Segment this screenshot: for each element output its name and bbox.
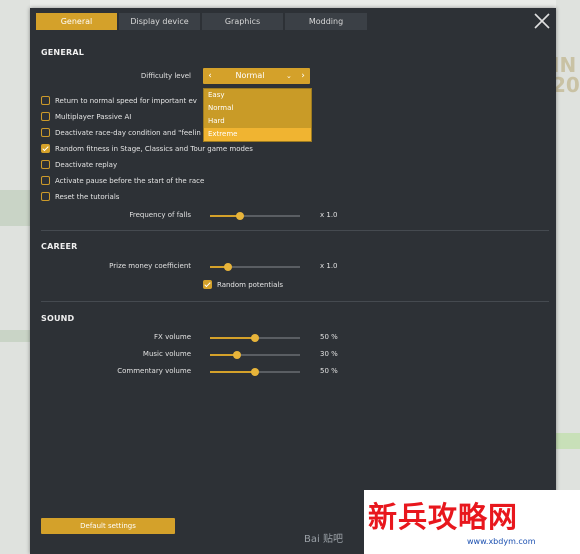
slider-handle[interactable] <box>224 263 232 271</box>
falls-slider[interactable] <box>210 212 300 220</box>
checkbox-box[interactable] <box>41 112 50 121</box>
checkbox-box[interactable] <box>41 128 50 137</box>
background-logo: IN 20 <box>552 55 580 97</box>
checkbox-deactivate-replay[interactable]: Deactivate replay <box>41 159 117 170</box>
checkbox-label: Return to normal speed for important ev <box>55 96 197 105</box>
checkbox-label: Activate pause before the start of the r… <box>55 176 205 185</box>
commentary-volume-slider[interactable] <box>210 368 300 376</box>
close-button[interactable] <box>533 12 551 30</box>
divider <box>41 230 549 231</box>
tab-bar: General Display device Graphics Modding <box>36 13 369 31</box>
falls-value: x 1.0 <box>320 211 338 219</box>
section-title-general: GENERAL <box>41 48 85 57</box>
site-name: 新兵攻略网 <box>368 500 519 534</box>
difficulty-option-extreme[interactable]: Extreme <box>204 128 311 141</box>
checkbox-box[interactable] <box>41 160 50 169</box>
chevron-right-icon[interactable]: › <box>297 68 309 84</box>
tab-modding[interactable]: Modding <box>285 13 367 30</box>
difficulty-option-easy[interactable]: Easy <box>204 89 311 102</box>
background-green-bar <box>555 433 580 449</box>
checkbox-label: Reset the tutorials <box>55 192 120 201</box>
checkbox-random-potentials[interactable]: Random potentials <box>203 279 283 290</box>
tab-display-device[interactable]: Display device <box>119 13 200 30</box>
checkbox-label: Random potentials <box>217 280 283 289</box>
default-settings-button[interactable]: Default settings <box>41 518 175 534</box>
checkbox-label: Multiplayer Passive AI <box>55 112 132 121</box>
fx-volume-value: 50 % <box>320 333 338 341</box>
options-dialog: General Display device Graphics Modding … <box>30 8 556 554</box>
difficulty-option-hard[interactable]: Hard <box>204 115 311 128</box>
slider-handle[interactable] <box>235 212 244 220</box>
checkbox-box[interactable] <box>203 280 212 289</box>
slider-handle[interactable] <box>233 351 241 359</box>
fx-volume-slider[interactable] <box>210 334 300 342</box>
site-watermark: 新兵攻略网 www.xbdym.com <box>364 490 580 554</box>
baidu-watermark: Bai 贴吧 <box>304 534 343 545</box>
prize-value: x 1.0 <box>320 262 338 270</box>
background-strip <box>0 190 30 226</box>
checkbox-random-fitness[interactable]: Random fitness in Stage, Classics and To… <box>41 143 253 154</box>
checkbox-reset-tutorials[interactable]: Reset the tutorials <box>41 191 119 202</box>
difficulty-label: Difficulty level <box>140 72 191 80</box>
divider <box>41 301 549 302</box>
falls-label: Frequency of falls <box>129 211 191 219</box>
checkbox-label: Deactivate race-day condition and "feeli… <box>55 128 201 137</box>
checkbox-box[interactable] <box>41 192 50 201</box>
commentary-volume-value: 50 % <box>320 367 338 375</box>
difficulty-value: Normal <box>235 71 265 80</box>
background-app-left <box>0 0 30 554</box>
section-title-sound: SOUND <box>41 314 75 323</box>
difficulty-option-normal[interactable]: Normal <box>204 102 311 115</box>
checkbox-box[interactable] <box>41 176 50 185</box>
close-icon <box>534 13 550 29</box>
slider-handle[interactable] <box>251 334 259 342</box>
music-volume-slider[interactable] <box>210 351 300 359</box>
prize-slider[interactable] <box>210 263 300 271</box>
difficulty-dropdown: Easy Normal Hard Extreme <box>203 88 312 142</box>
checkbox-label: Random fitness in Stage, Classics and To… <box>55 144 253 153</box>
background-strip <box>0 330 30 342</box>
difficulty-select[interactable]: ‹ Normal ⌄ › <box>203 68 310 84</box>
prize-label: Prize money coefficient <box>109 262 191 270</box>
checkbox-deactivate-race-day[interactable]: Deactivate race-day condition and "feeli… <box>41 127 201 138</box>
tab-graphics[interactable]: Graphics <box>202 13 283 30</box>
section-title-career: CAREER <box>41 242 78 251</box>
checkbox-box[interactable] <box>41 96 50 105</box>
checkbox-activate-pause[interactable]: Activate pause before the start of the r… <box>41 175 204 186</box>
tab-general[interactable]: General <box>36 13 117 30</box>
chevron-down-icon: ⌄ <box>286 72 292 80</box>
music-volume-value: 30 % <box>320 350 338 358</box>
checkbox-box[interactable] <box>41 144 50 153</box>
site-url: www.xbdym.com <box>467 537 536 546</box>
commentary-volume-label: Commentary volume <box>117 367 191 375</box>
checkbox-label: Deactivate replay <box>55 160 118 169</box>
fx-volume-label: FX volume <box>154 333 191 341</box>
checkbox-return-normal-speed[interactable]: Return to normal speed for important ev <box>41 95 197 106</box>
checkbox-multiplayer-passive-ai[interactable]: Multiplayer Passive AI <box>41 111 131 122</box>
slider-handle[interactable] <box>251 368 259 376</box>
music-volume-label: Music volume <box>142 350 191 358</box>
